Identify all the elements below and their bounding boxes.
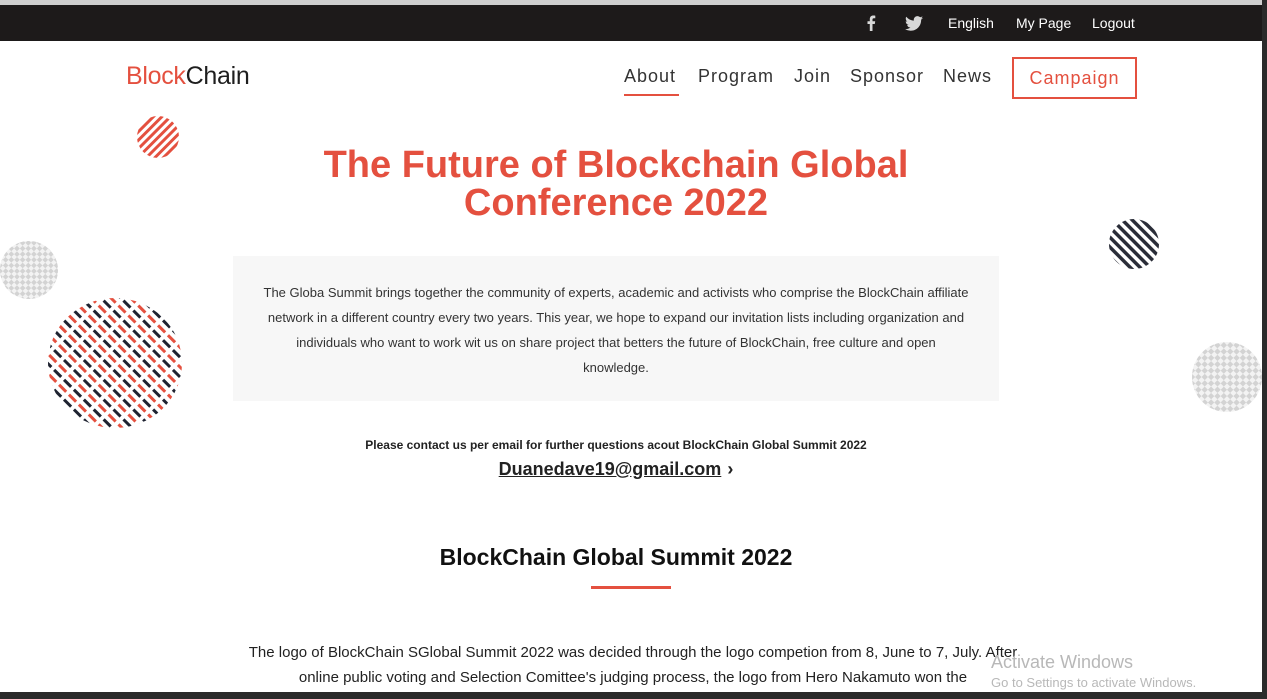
contact-note: Please contact us per email for further …: [365, 438, 867, 452]
checker-circle-decoration: [0, 241, 58, 299]
logo-part-block: Block: [126, 62, 186, 90]
intro-text: The Globa Summit brings together the com…: [263, 285, 969, 375]
nav-sponsor[interactable]: Sponsor: [850, 66, 924, 87]
striped-dark-circle-decoration: [1109, 219, 1159, 269]
section-body-text: The logo of BlockChain SGlobal Summit 20…: [248, 644, 1018, 686]
checker-circle-right-decoration: [1192, 342, 1262, 412]
nav-news[interactable]: News: [943, 66, 992, 87]
nav-join[interactable]: Join: [794, 66, 831, 87]
campaign-button[interactable]: Campaign: [1012, 57, 1137, 99]
chevron-right-icon: ›: [727, 459, 734, 479]
contact-email-row: Duanedave19@gmail.com ›: [233, 459, 999, 480]
twitter-icon[interactable]: [903, 5, 925, 41]
window-bottom-strip: [0, 692, 1262, 699]
intro-box: The Globa Summit brings together the com…: [233, 256, 999, 401]
top-bar: English My Page Logout: [0, 5, 1262, 41]
logo-part-chain: Chain: [185, 62, 250, 90]
my-page-link[interactable]: My Page: [1016, 5, 1071, 41]
striped-circle-decoration: [137, 116, 179, 158]
contact-email-link[interactable]: Duanedave19@gmail.com: [499, 459, 722, 479]
section-divider: [591, 586, 671, 589]
language-link[interactable]: English: [948, 5, 994, 41]
window-scrollbar[interactable]: [1262, 0, 1267, 699]
watermark-line-2: Go to Settings to activate Windows.: [991, 675, 1197, 690]
facebook-icon[interactable]: [862, 5, 880, 41]
section-title: BlockChain Global Summit 2022: [439, 544, 793, 570]
watermark-line-1: Activate Windows: [991, 652, 1134, 672]
nav-active-indicator: [624, 94, 679, 96]
nav-about[interactable]: About: [624, 66, 676, 87]
logout-link[interactable]: Logout: [1092, 5, 1135, 41]
hero-title: The Future of Blockchain Global Conferen…: [323, 144, 909, 224]
windows-activation-watermark: Activate Windows Go to Settings to activ…: [991, 652, 1196, 690]
site-logo[interactable]: BlockChain: [126, 62, 250, 91]
nav-program[interactable]: Program: [698, 66, 774, 87]
dashes-circle-decoration: [48, 298, 182, 428]
